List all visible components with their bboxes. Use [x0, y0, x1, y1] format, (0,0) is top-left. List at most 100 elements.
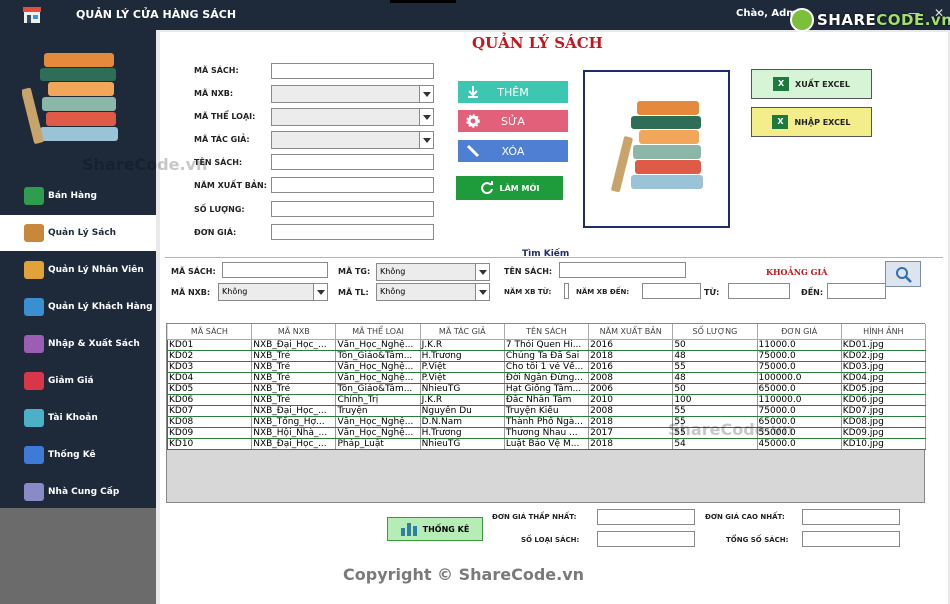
ma-the-loai-select[interactable] — [271, 108, 434, 126]
search-divider — [165, 257, 943, 258]
table-cell: KD07 — [166, 405, 253, 417]
table-cell: 11000.0 — [757, 339, 842, 351]
table-cell: NXB_Trẻ — [251, 383, 337, 395]
table-cell: 2017 — [588, 427, 674, 439]
ma-nxb-select[interactable] — [271, 85, 434, 103]
account-icon — [24, 409, 44, 427]
column-header[interactable]: MÃ TÁC GIẢ — [420, 324, 505, 340]
xoa-button[interactable]: XÓA — [458, 140, 568, 162]
table-cell: Đắc Nhân Tâm — [504, 394, 590, 406]
table-cell: Văn_Học_Nghệ... — [335, 372, 421, 384]
don-gia-input[interactable] — [271, 224, 434, 240]
so-luong-input[interactable] — [271, 201, 434, 217]
search-ma-sach-input[interactable] — [222, 262, 328, 278]
nam-xb-tu-input[interactable] — [564, 283, 569, 299]
column-header[interactable]: MÃ SÁCH — [167, 324, 253, 340]
ma-tac-gia-select[interactable] — [271, 131, 434, 149]
sales-icon — [24, 187, 44, 205]
table-row[interactable]: KD03 NXB_Trẻ Văn_Học_Nghệ... P.Việt Cho tôi … — [166, 361, 927, 373]
table-row[interactable]: KD07 NXB_Đại_Học_... Truyện Nguyễn Du Truyện… — [166, 405, 927, 417]
search-ma-nxb-select[interactable]: Không — [218, 283, 328, 301]
table-row[interactable]: KD02 NXB_Trẻ Tôn_Giáo&Tâm... H.Trương Chúng … — [166, 350, 927, 362]
table-cell: NXB_Trẻ — [251, 394, 337, 406]
so-luong-label: SỐ LƯỢNG: — [194, 205, 245, 214]
nhap-excel-button[interactable]: X NHẬP EXCEL — [751, 107, 872, 137]
table-row[interactable]: KD06 NXB_Trẻ Chính_Trị J.K.R Đắc Nhân Tâm 201… — [166, 394, 927, 406]
sidebar-item-thong-ke[interactable]: Thống Kê — [0, 437, 156, 473]
table-row[interactable]: KD09 NXB_Hội_Nhà_... Văn_Học_Nghệ... H.Trươ… — [166, 427, 927, 439]
search-icon — [896, 267, 912, 283]
xuat-excel-button[interactable]: X XUẤT EXCEL — [751, 69, 872, 99]
total-books-label: TỔNG SỐ SÁCH: — [726, 536, 789, 544]
table-cell: P.Việt — [420, 372, 505, 384]
table-cell: KD03 — [166, 361, 253, 373]
column-header[interactable]: MÃ NXB — [251, 324, 337, 340]
table-cell: NXB_Tổng_Hợ... — [251, 416, 337, 428]
main-panel: QUẢN LÝ SÁCH MÃ SÁCH: MÃ NXB: MÃ THỂ LOẠ… — [160, 32, 948, 604]
thong-ke-button[interactable]: THỐNG KÊ — [387, 517, 483, 541]
close-icon[interactable]: ✕ — [934, 6, 944, 20]
ma-sach-input[interactable] — [271, 63, 434, 79]
chevron-down-icon — [419, 132, 433, 148]
sidebar-item-giam-gia[interactable]: Giảm Giá — [0, 363, 156, 399]
column-header[interactable]: HÌNH ẢNH — [841, 324, 927, 340]
book-image-preview — [583, 70, 730, 228]
nam-xuat-ban-input[interactable] — [271, 177, 434, 193]
table-cell: Thành Phố Ngà... — [504, 416, 590, 428]
table-row[interactable]: KD01 NXB_Đại_Học_... Văn_Học_Nghệ... J.K.R 7… — [166, 339, 927, 351]
ma-tac-gia-label: MÃ TÁC GIẢ: — [194, 135, 250, 144]
sidebar-item-tai-khoan[interactable]: Tài Khoản — [0, 400, 156, 436]
table-cell: KD06 — [166, 394, 253, 406]
table-cell: KD10.jpg — [841, 438, 927, 450]
lam-moi-button[interactable]: LÀM MỚI — [456, 176, 563, 200]
watermark-text: ShareCode.vn — [82, 155, 208, 174]
table-row[interactable]: KD08 NXB_Tổng_Hợ... Văn_Học_Nghệ... D.N.Nam… — [166, 416, 927, 428]
refresh-icon — [481, 181, 493, 195]
column-header[interactable]: TÊN SÁCH — [504, 324, 590, 340]
table-cell: Thương Nhau ... — [504, 427, 590, 439]
table-cell: KD05.jpg — [841, 383, 927, 395]
table-cell: Đời Ngắn Đừng... — [504, 372, 590, 384]
search-ten-sach-input[interactable] — [559, 262, 686, 278]
table-row[interactable]: KD05 NXB_Trẻ Tôn_Giáo&Tâm... NhieuTG Hạt Giố… — [166, 383, 927, 395]
column-header[interactable]: NĂM XUẤT BẢN — [588, 324, 674, 340]
search-ma-tg-select[interactable]: Không — [376, 263, 490, 281]
table-cell: 110000.0 — [757, 394, 842, 406]
table-row[interactable]: KD10 NXB_Đại_Học_... Pháp_Luật NhieuTG Luật … — [166, 438, 927, 450]
table-cell: H.Trương — [420, 427, 505, 439]
chevron-down-icon — [419, 86, 433, 102]
search-button[interactable] — [885, 261, 921, 287]
minimize-icon[interactable]: — — [908, 6, 920, 20]
page-title: QUẢN LÝ SÁCH — [472, 34, 603, 52]
gia-den-input[interactable] — [827, 283, 886, 299]
sidebar-item-nhap-xuat[interactable]: Nhập & Xuất Sách — [0, 326, 156, 362]
statistics-icon — [24, 446, 44, 464]
table-cell: Truyện — [335, 405, 421, 417]
table-cell: J.K.R — [420, 339, 505, 351]
sidebar-item-nhan-vien[interactable]: Quản Lý Nhân Viên — [0, 252, 156, 288]
table-row[interactable]: KD04 NXB_Trẻ Văn_Học_Nghệ... P.Việt Đời Ngắn… — [166, 372, 927, 384]
nam-xb-den-input[interactable] — [642, 283, 701, 299]
window-title: QUẢN LÝ CỬA HÀNG SÁCH — [76, 8, 237, 21]
table-cell: Văn_Học_Nghệ... — [335, 416, 421, 428]
column-header[interactable]: SỐ LƯỢNG — [672, 324, 758, 340]
books-table: MÃ SÁCH MÃ NXB MÃ THỂ LOẠI MÃ TÁC GIẢ TÊ… — [166, 323, 927, 503]
sua-button[interactable]: SỬA — [458, 110, 568, 132]
sidebar-item-khach-hang[interactable]: Quản Lý Khách Hàng — [0, 289, 156, 325]
table-cell: 50 — [672, 339, 758, 351]
table-cell: Cho tôi 1 vé Về... — [504, 361, 590, 373]
gia-tu-input[interactable] — [728, 283, 790, 299]
table-cell: 75000.0 — [757, 350, 842, 362]
column-header[interactable]: MÃ THỂ LOẠI — [335, 324, 421, 340]
search-ma-tl-select[interactable]: Không — [376, 283, 490, 301]
sidebar-item-quan-ly-sach[interactable]: Quản Lý Sách — [0, 215, 156, 251]
column-header[interactable]: ĐƠN GIÁ — [757, 324, 842, 340]
excel-icon: X — [773, 77, 790, 91]
them-button[interactable]: THÊM — [458, 81, 568, 103]
gear-icon — [466, 114, 480, 128]
table-cell: 55 — [672, 361, 758, 373]
title-divider — [390, 0, 456, 3]
sidebar-item-nha-cung-cap[interactable]: Nhà Cung Cấp — [0, 474, 156, 510]
ten-sach-input[interactable] — [271, 154, 434, 170]
sidebar-item-ban-hang[interactable]: Bán Hàng — [0, 178, 156, 214]
